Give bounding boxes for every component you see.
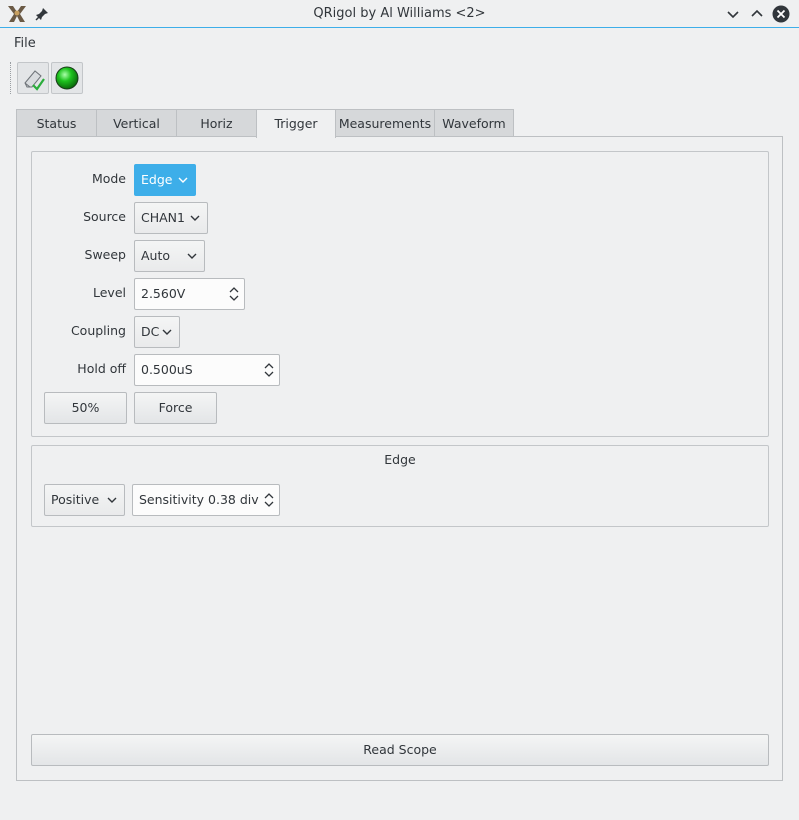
spin-arrows-icon[interactable] xyxy=(264,361,274,379)
close-icon[interactable] xyxy=(772,5,790,23)
window-title: QRigol by Al Williams <2> xyxy=(313,6,486,21)
chevron-down-icon xyxy=(162,329,172,335)
sweep-combo[interactable]: Auto xyxy=(134,240,205,272)
mode-label: Mode xyxy=(91,171,126,186)
menu-file[interactable]: File xyxy=(14,36,36,51)
connect-led-icon xyxy=(55,66,79,90)
coupling-value: DC xyxy=(141,324,160,339)
clear-icon xyxy=(24,70,45,91)
tab-measurements[interactable]: Measurements xyxy=(335,109,435,137)
level-label: Level xyxy=(93,285,126,300)
menu-bar: File xyxy=(0,29,799,57)
title-bar: QRigol by Al Williams <2> xyxy=(0,0,799,28)
holdoff-label: Hold off xyxy=(77,361,126,376)
holdoff-value: 0.500uS xyxy=(141,362,193,377)
toolbar-handle[interactable] xyxy=(10,62,13,94)
coupling-combo[interactable]: DC xyxy=(134,316,180,348)
chevron-down-icon xyxy=(190,215,200,221)
slope-value: Positive xyxy=(51,492,100,507)
read-scope-button[interactable]: Read Scope xyxy=(31,734,769,766)
tab-status[interactable]: Status xyxy=(16,109,97,137)
trigger-panel: Mode Edge Source CHAN1 Sweep Auto Level … xyxy=(16,136,783,781)
sweep-label: Sweep xyxy=(84,247,126,262)
spin-arrows-icon[interactable] xyxy=(264,491,274,509)
sweep-value: Auto xyxy=(141,248,171,263)
sensitivity-value: Sensitivity 0.38 div xyxy=(139,492,259,507)
sensitivity-spinbox[interactable]: Sensitivity 0.38 div xyxy=(132,484,280,516)
holdoff-spinbox[interactable]: 0.500uS xyxy=(134,354,280,386)
mode-combo[interactable]: Edge xyxy=(134,164,196,196)
tab-vertical[interactable]: Vertical xyxy=(96,109,177,137)
chevron-down-icon xyxy=(107,497,117,503)
chevron-down-icon xyxy=(178,177,188,183)
level-spinbox[interactable]: 2.560V xyxy=(134,278,245,310)
spin-arrows-icon[interactable] xyxy=(229,285,239,303)
minimize-icon[interactable] xyxy=(724,5,742,23)
clear-button[interactable] xyxy=(17,62,49,94)
source-value: CHAN1 xyxy=(141,210,185,225)
trigger-settings-group: Mode Edge Source CHAN1 Sweep Auto Level … xyxy=(31,151,769,437)
edge-group-title: Edge xyxy=(384,452,416,467)
source-combo[interactable]: CHAN1 xyxy=(134,202,208,234)
edge-group: Edge Positive Sensitivity 0.38 div xyxy=(31,445,769,527)
tab-horiz[interactable]: Horiz xyxy=(176,109,257,137)
force-button[interactable]: Force xyxy=(134,392,217,424)
tab-trigger[interactable]: Trigger xyxy=(256,109,336,138)
mode-value: Edge xyxy=(141,172,173,187)
coupling-label: Coupling xyxy=(70,323,126,338)
slope-combo[interactable]: Positive xyxy=(44,484,125,516)
connect-button[interactable] xyxy=(51,62,83,94)
fifty-percent-button[interactable]: 50% xyxy=(44,392,127,424)
level-value: 2.560V xyxy=(141,286,186,301)
source-label: Source xyxy=(83,209,126,224)
maximize-icon[interactable] xyxy=(748,5,766,23)
chevron-down-icon xyxy=(187,253,197,259)
tab-waveform[interactable]: Waveform xyxy=(434,109,514,137)
